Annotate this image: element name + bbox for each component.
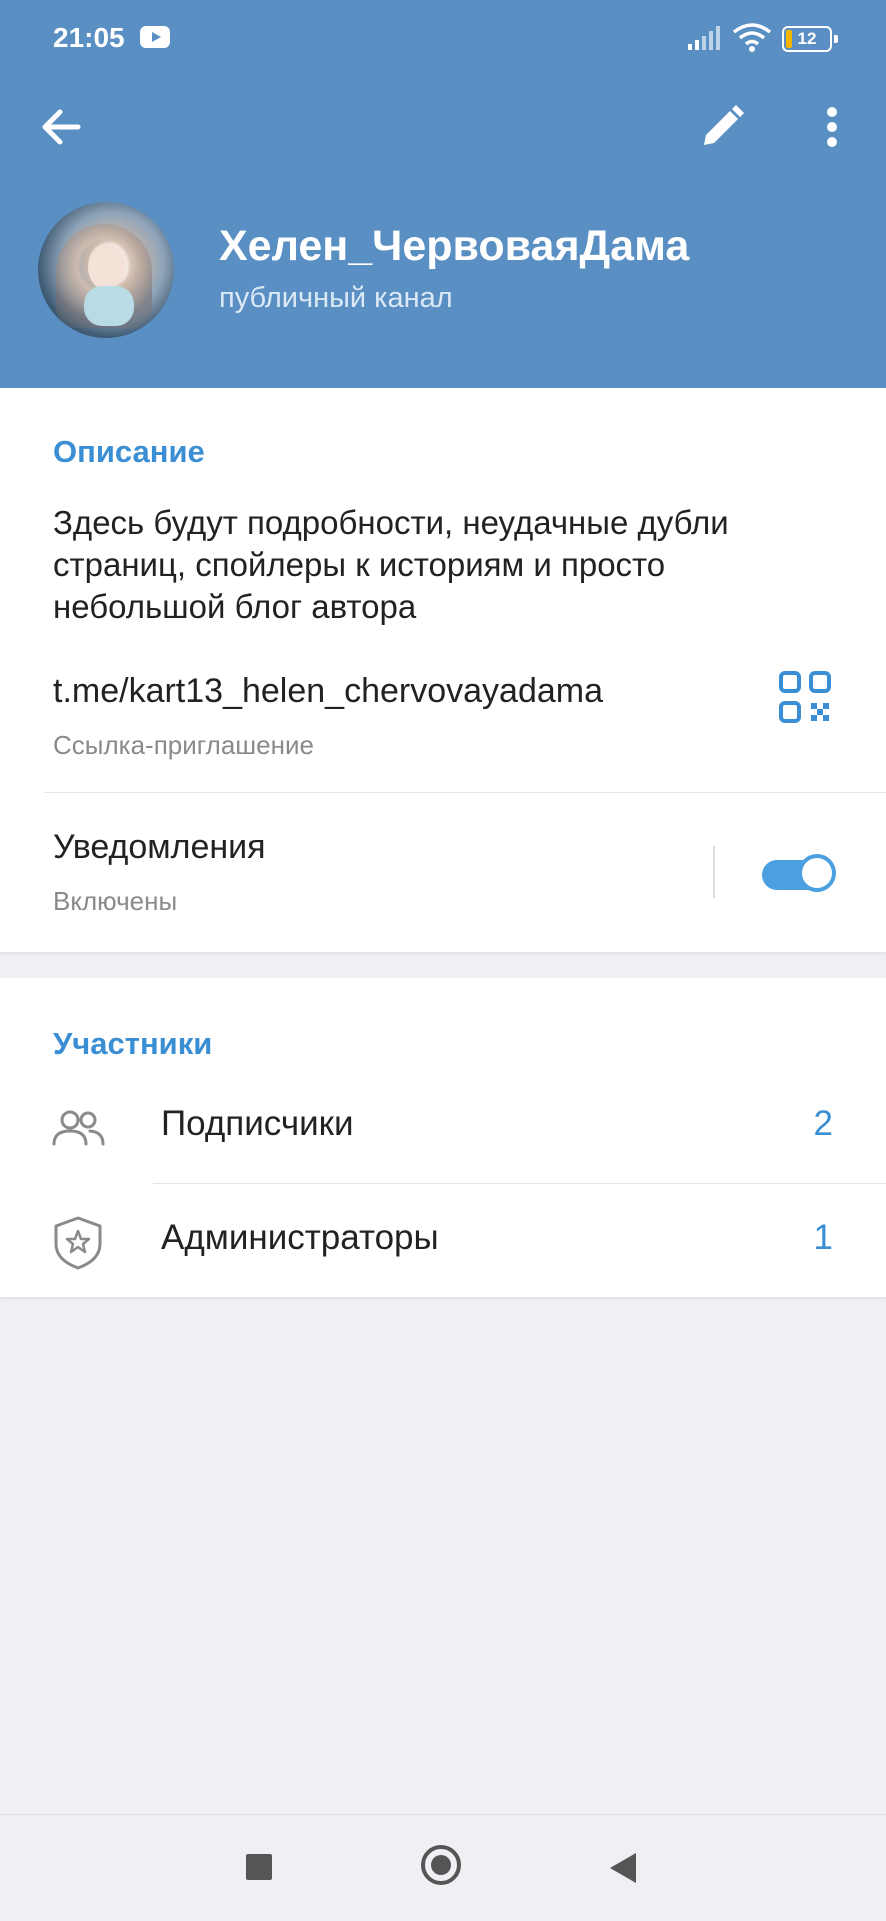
subscribers-count: 2	[813, 1104, 833, 1143]
notifications-status: Включены	[53, 886, 178, 916]
channel-info-card: Описание Здесь будут подробности, неудач…	[0, 388, 886, 952]
subscribers-label: Подписчики	[161, 1104, 354, 1143]
pencil-icon	[704, 105, 744, 145]
back-button[interactable]	[30, 95, 94, 159]
more-options-button[interactable]	[800, 95, 864, 159]
administrators-row[interactable]: Администраторы 1	[0, 1184, 886, 1296]
members-title: Участники	[53, 1026, 213, 1061]
shield-star-icon	[50, 1214, 106, 1270]
vertical-separator	[713, 846, 715, 898]
invite-link-caption: Ссылка-приглашение	[53, 730, 314, 760]
administrators-count: 1	[813, 1218, 833, 1257]
edit-button[interactable]	[690, 95, 754, 159]
members-card: Участники Подписчики 2 Администраторы 1	[0, 978, 886, 1297]
channel-type: публичный канал	[219, 282, 453, 314]
administrators-label: Администраторы	[161, 1218, 439, 1257]
toggle-knob	[798, 854, 836, 892]
notifications-toggle[interactable]	[760, 852, 838, 896]
channel-avatar[interactable]	[38, 202, 174, 338]
subscribers-row[interactable]: Подписчики 2	[0, 1070, 886, 1182]
more-vertical-icon	[827, 107, 837, 147]
invite-link[interactable]: t.me/kart13_helen_chervovayadama	[53, 672, 603, 711]
home-button[interactable]	[421, 1845, 461, 1885]
status-bar: 21:05 12	[0, 0, 886, 80]
avatar-scarf	[84, 286, 134, 326]
channel-description: Здесь будут подробности, неудачные дубли…	[53, 504, 729, 625]
youtube-notification-icon	[140, 26, 170, 48]
wifi-icon	[732, 23, 772, 52]
profile-header: 21:05 12 Хелен_ЧервоваяДама публичный ка…	[0, 0, 886, 388]
battery-level: 12	[797, 29, 817, 48]
people-icon	[50, 1100, 106, 1156]
description-title: Описание	[53, 434, 205, 469]
system-back-button[interactable]	[610, 1853, 636, 1883]
channel-name: Хелен_ЧервоваяДама	[219, 222, 690, 270]
status-time: 21:05	[53, 22, 125, 53]
recents-button[interactable]	[246, 1854, 272, 1880]
divider	[45, 792, 886, 793]
battery-icon: 12	[782, 26, 838, 52]
signal-icon	[688, 26, 720, 50]
qr-code-icon	[779, 671, 831, 723]
avatar-face	[88, 244, 124, 290]
notifications-label[interactable]: Уведомления	[53, 828, 266, 867]
qr-code-button[interactable]	[776, 668, 834, 726]
arrow-left-icon	[42, 109, 81, 145]
